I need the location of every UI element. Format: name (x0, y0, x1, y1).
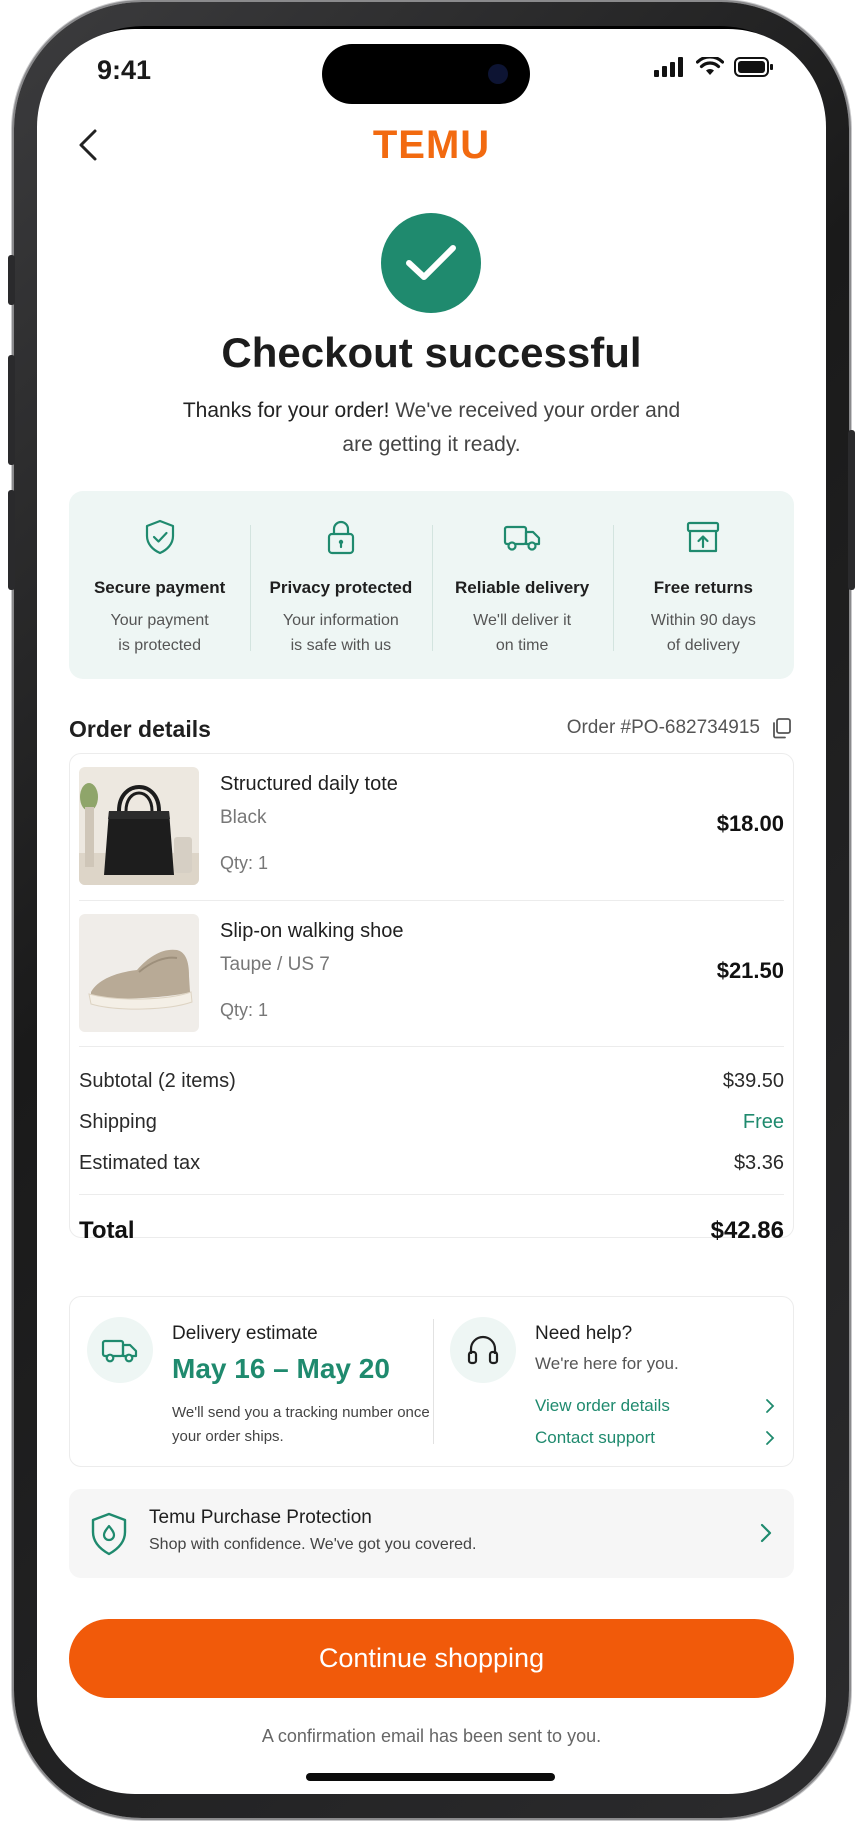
return-box-icon (687, 521, 720, 553)
purchase-protection-banner[interactable]: Temu Purchase Protection Shop with confi… (69, 1489, 794, 1578)
trust-desc-line2: of delivery (666, 637, 740, 654)
order-item[interactable]: Slip-on walking shoe Taupe / US 7 Qty: 1… (79, 900, 784, 1046)
total-value: $42.86 (710, 1217, 784, 1244)
chevron-right-icon (760, 1523, 772, 1543)
truck-icon (504, 525, 541, 551)
item-quantity: Qty: 1 (220, 1000, 269, 1020)
page-title: Checkout successful (221, 329, 642, 376)
volume-down-button (8, 490, 15, 590)
trust-badge-secure-payment: Secure payment Your payment is protected (69, 491, 250, 679)
confirmation-note: A confirmation email has been sent to yo… (261, 1726, 602, 1746)
protection-subtitle: Shop with confidence. We've got you cove… (149, 1536, 477, 1553)
order-item[interactable]: Structured daily tote Black Qty: 1 $18.0… (79, 754, 784, 900)
tote-bag-image (79, 767, 199, 885)
trust-title: Secure payment (93, 578, 226, 597)
item-price: $18.00 (716, 811, 784, 836)
delivery-help-card: Delivery estimate May 16 – May 20 We'll … (69, 1296, 794, 1467)
item-variant: Black (220, 807, 267, 828)
continue-shopping-button[interactable]: Continue shopping (69, 1619, 794, 1698)
power-button (848, 430, 855, 590)
lock-icon (327, 520, 354, 555)
trust-desc-line1: We'll deliver it (473, 612, 572, 629)
trust-badges: Secure payment Your payment is protected… (69, 491, 794, 679)
chevron-right-icon (766, 1399, 775, 1413)
protection-title: Temu Purchase Protection (149, 1507, 372, 1528)
volume-up-button (8, 355, 15, 465)
signal-icon (654, 57, 683, 77)
copy-icon[interactable] (770, 717, 792, 739)
trust-desc-line2: is protected (118, 637, 201, 654)
status-icons (654, 57, 774, 77)
shoe-image (79, 914, 199, 1032)
shipping-label: Shipping (79, 1111, 157, 1133)
shield-icon (91, 1512, 127, 1556)
contact-support-link[interactable]: Contact support (535, 1428, 775, 1448)
help-title: Need help? (535, 1323, 633, 1344)
subtotal-label: Subtotal (2 items) (79, 1070, 236, 1092)
trust-title: Reliable delivery (455, 578, 590, 597)
order-number-text: Order #PO-682734915 (566, 717, 760, 738)
total-label: Total (79, 1217, 135, 1244)
app-screen: 9:41 TEMU Checkout successful Thanks for… (37, 29, 826, 1794)
item-name: Structured daily tote (220, 773, 398, 795)
chevron-right-icon (766, 1431, 775, 1445)
tax-label: Estimated tax (79, 1152, 201, 1174)
help-subtitle: We're here for you. (535, 1354, 679, 1373)
divider (79, 1046, 784, 1047)
tax-value: $3.36 (733, 1152, 784, 1174)
order-number: Order #PO-682734915 (567, 717, 792, 739)
order-details-heading: Order details (69, 716, 211, 742)
divider (79, 1194, 784, 1195)
dynamic-island (322, 44, 530, 104)
item-name: Slip-on walking shoe (220, 920, 404, 942)
shipping-value: Free (742, 1111, 784, 1133)
trust-badge-returns: Free returns Within 90 days of delivery (612, 491, 794, 679)
temu-logo[interactable]: TEMU (37, 123, 826, 168)
help-icon-bubble (450, 1317, 516, 1383)
trust-desc-line1: Within 90 days (650, 612, 756, 629)
trust-desc-line2: on time (495, 637, 549, 654)
delivery-note: We'll send you a tracking number once yo… (172, 1404, 430, 1445)
checkmark-icon (406, 245, 456, 280)
order-card: Structured daily tote Black Qty: 1 $18.0… (69, 753, 794, 1244)
subtotal-value: $39.50 (722, 1070, 784, 1092)
delivery-title: Delivery estimate (172, 1323, 318, 1344)
status-time: 9:41 (97, 55, 152, 85)
trust-desc-line1: Your information (282, 612, 399, 629)
item-price: $21.50 (716, 958, 784, 983)
tax-row: Estimated tax $3.36 (79, 1152, 784, 1175)
trust-desc-line1: Your payment (110, 612, 209, 629)
subtitle-thanks: Thanks for your order! (182, 399, 390, 422)
headset-icon (467, 1335, 499, 1365)
view-order-details-link[interactable]: View order details (535, 1396, 775, 1416)
link-label: View order details (535, 1396, 670, 1415)
trust-badge-privacy: Privacy protected Your information is sa… (250, 491, 431, 679)
battery-icon (734, 57, 773, 77)
divider (433, 1319, 434, 1444)
delivery-date: May 16 – May 20 (172, 1353, 390, 1384)
item-variant: Taupe / US 7 (220, 954, 330, 975)
total-row: Total $42.86 (79, 1217, 784, 1245)
wifi-icon (696, 57, 724, 75)
camera-icon (488, 64, 508, 84)
page-subtitle: Thanks for your order! We've received yo… (177, 394, 686, 462)
trust-badge-delivery: Reliable delivery We'll deliver it on ti… (431, 491, 613, 679)
home-indicator[interactable] (306, 1773, 555, 1781)
trust-desc-line2: is safe with us (290, 637, 392, 654)
truck-icon (101, 1339, 138, 1363)
link-label: Contact support (535, 1428, 656, 1447)
shield-check-icon (145, 519, 174, 555)
shipping-row: Shipping Free (79, 1111, 784, 1134)
subtitle-body: We've received your order and are gettin… (342, 399, 681, 456)
trust-title: Privacy protected (269, 578, 413, 597)
item-quantity: Qty: 1 (220, 853, 269, 873)
action-button (8, 255, 15, 305)
success-badge (381, 213, 481, 313)
subtotal-row: Subtotal (2 items) $39.50 (79, 1070, 784, 1093)
delivery-icon-bubble (87, 1317, 153, 1383)
trust-title: Free returns (653, 578, 753, 597)
